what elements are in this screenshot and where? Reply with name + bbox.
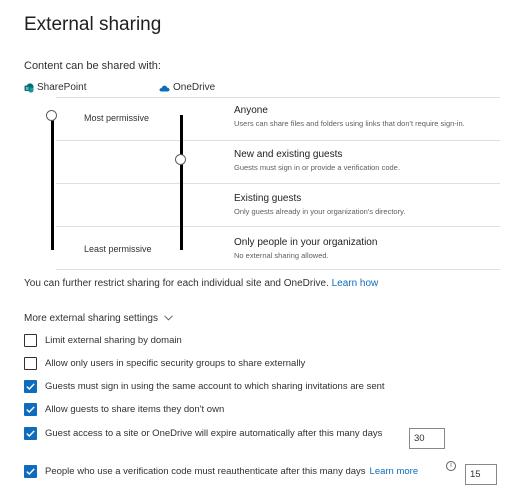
onedrive-sharing-slider-thumb[interactable] <box>175 154 186 165</box>
limit-by-domain-checkbox[interactable] <box>24 334 37 347</box>
option-guests-share-items[interactable]: Allow guests to share items they don't o… <box>24 403 224 416</box>
same-account-signin-label: Guests must sign in using the same accou… <box>45 381 385 392</box>
chevron-down-icon <box>164 313 173 324</box>
restrict-sharing-text: You can further restrict sharing for eac… <box>24 278 378 289</box>
checkmark-icon <box>26 468 35 475</box>
checkmark-icon <box>26 383 35 390</box>
guest-access-expiry-label: Guest access to a site or OneDrive will … <box>45 428 383 439</box>
restrict-sharing-description: You can further restrict sharing for eac… <box>24 278 329 289</box>
option-guest-access-expiry[interactable]: Guest access to a site or OneDrive will … <box>24 427 382 440</box>
verification-reauth-days-input[interactable]: 15 <box>465 464 497 485</box>
onedrive-column-header: OneDrive <box>159 82 215 93</box>
level-divider <box>56 226 500 227</box>
page-title: External sharing <box>24 14 162 35</box>
level-new-existing-guests-title: New and existing guests <box>234 149 343 160</box>
level-anyone-title: Anyone <box>234 105 268 116</box>
limit-by-domain-label: Limit external sharing by domain <box>45 335 182 346</box>
level-organization-only-title: Only people in your organization <box>234 237 378 248</box>
same-account-signin-checkbox[interactable] <box>24 380 37 393</box>
info-icon[interactable]: i <box>446 461 456 471</box>
sharepoint-sharing-slider-thumb[interactable] <box>46 110 57 121</box>
learn-more-link[interactable]: Learn more <box>370 466 419 477</box>
onedrive-icon <box>159 84 170 92</box>
level-divider <box>56 140 500 141</box>
level-anyone-description: Users can share files and folders using … <box>234 119 465 128</box>
level-organization-only-description: No external sharing allowed. <box>234 251 329 260</box>
least-permissive-label: Least permissive <box>84 244 152 254</box>
guest-access-expiry-checkbox[interactable] <box>24 427 37 440</box>
level-divider <box>56 97 500 98</box>
level-existing-guests-title: Existing guests <box>234 193 302 204</box>
onedrive-label: OneDrive <box>173 82 216 93</box>
more-external-sharing-settings-toggle[interactable]: More external sharing settings <box>24 313 173 324</box>
level-existing-guests-description: Only guests already in your organization… <box>234 207 406 216</box>
sharepoint-column-header: S SharePoint <box>24 82 86 93</box>
learn-how-link[interactable]: Learn how <box>332 278 379 289</box>
most-permissive-label: Most permissive <box>84 113 150 123</box>
checkmark-icon <box>26 406 35 413</box>
security-groups-checkbox[interactable] <box>24 357 37 370</box>
content-sharing-label: Content can be shared with: <box>24 60 161 72</box>
more-settings-label: More external sharing settings <box>24 313 158 324</box>
verification-reauth-checkbox[interactable] <box>24 465 37 478</box>
verification-reauth-label: People who use a verification code must … <box>45 466 366 477</box>
sharepoint-sharing-slider-track[interactable] <box>51 115 54 250</box>
guests-share-items-checkbox[interactable] <box>24 403 37 416</box>
level-divider <box>56 269 500 270</box>
level-divider <box>56 183 500 184</box>
guests-share-items-label: Allow guests to share items they don't o… <box>45 404 225 415</box>
option-limit-by-domain[interactable]: Limit external sharing by domain <box>24 334 182 347</box>
sharepoint-icon: S <box>24 82 34 93</box>
checkmark-icon <box>26 430 35 437</box>
level-new-existing-guests-description: Guests must sign in or provide a verific… <box>234 163 400 172</box>
option-same-account-signin[interactable]: Guests must sign in using the same accou… <box>24 380 385 393</box>
security-groups-label: Allow only users in specific security gr… <box>45 358 306 369</box>
guest-access-expiry-days-input[interactable]: 30 <box>409 428 445 449</box>
svg-text:S: S <box>26 85 29 91</box>
onedrive-sharing-slider-track[interactable] <box>180 115 183 250</box>
option-security-groups[interactable]: Allow only users in specific security gr… <box>24 357 305 370</box>
option-verification-reauth[interactable]: People who use a verification code must … <box>24 465 418 478</box>
sharepoint-label: SharePoint <box>37 82 87 93</box>
